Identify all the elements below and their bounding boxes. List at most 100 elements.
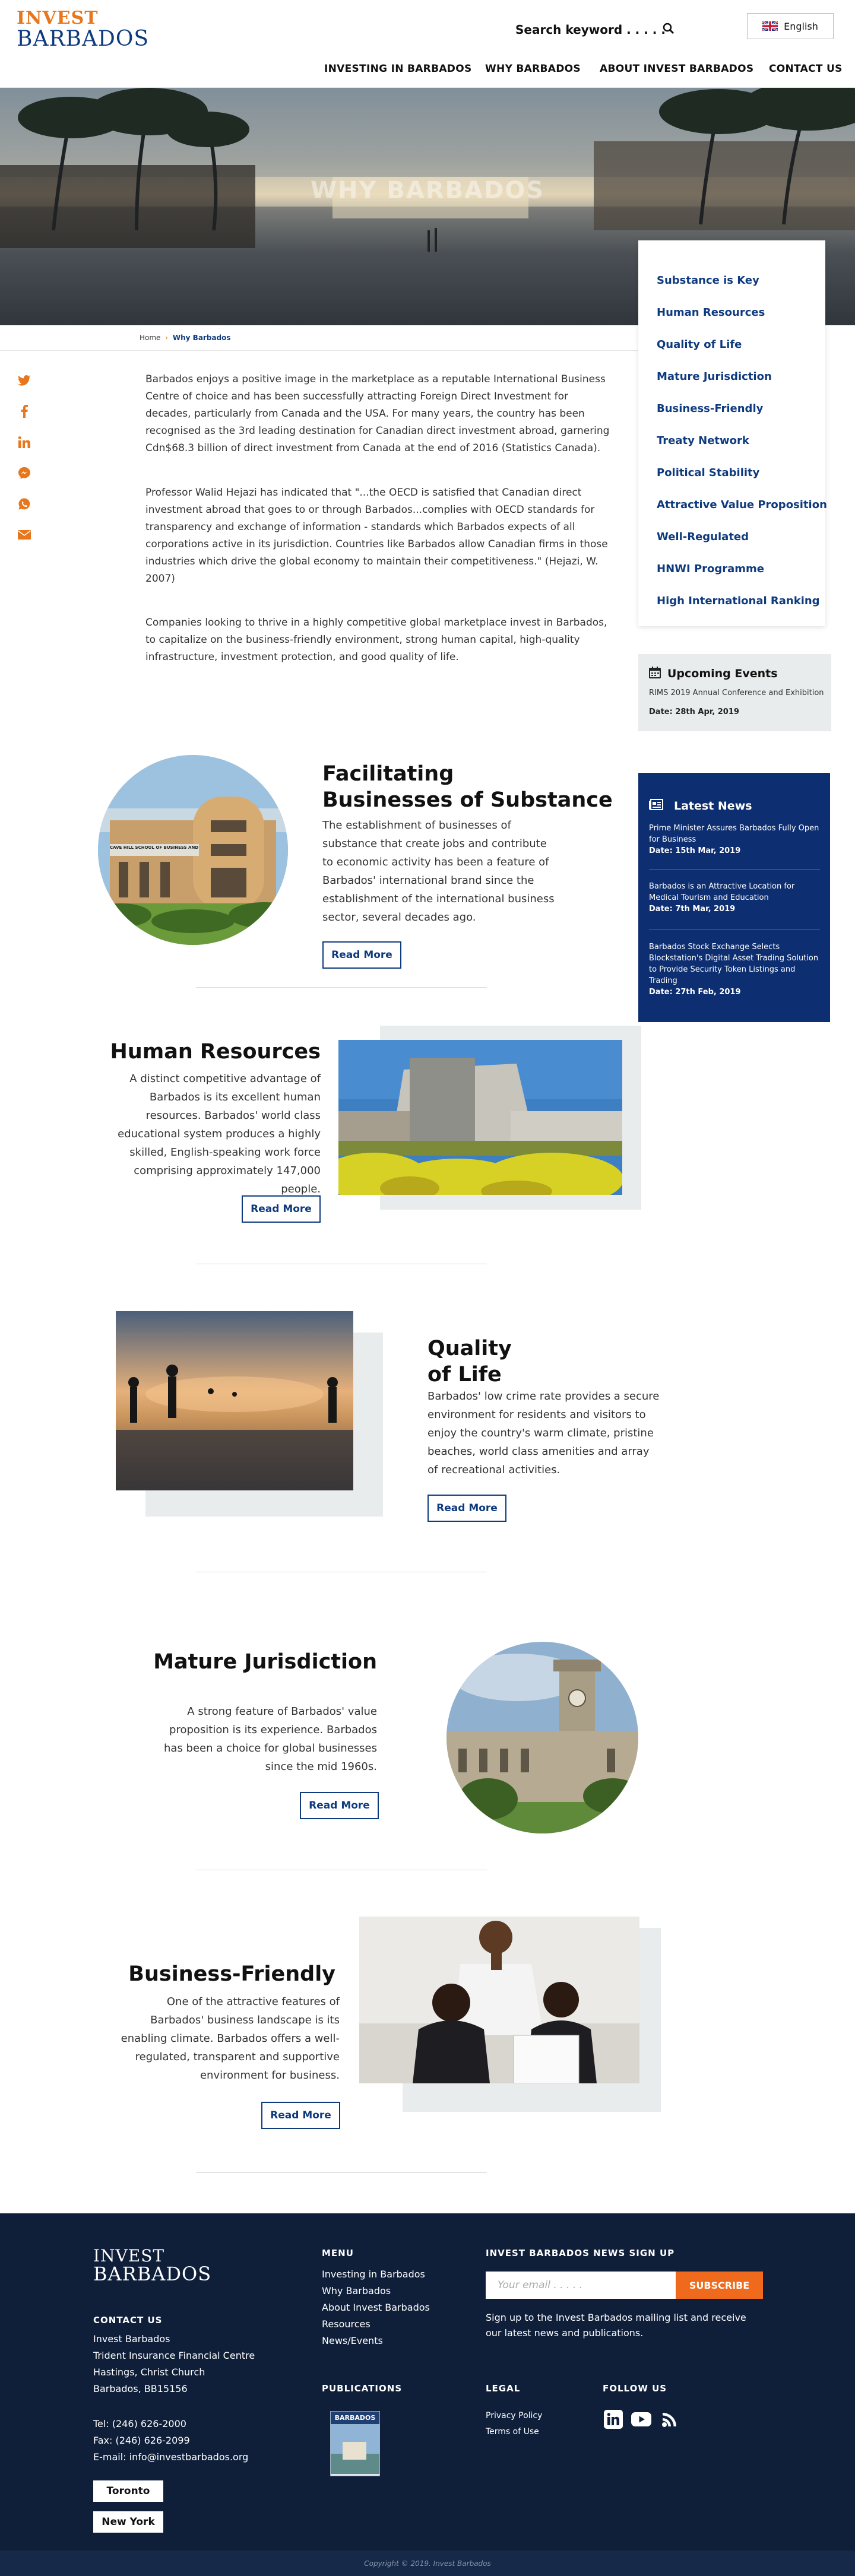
footer-menu: Investing in Barbados Why Barbados About… <box>322 2266 430 2349</box>
footer-phones: Tel: (246) 626-2000 Fax: (246) 626-2099 … <box>93 2416 248 2466</box>
youtube-icon[interactable] <box>631 2411 651 2428</box>
human-resources-read-more-button[interactable]: Read More <box>242 1195 321 1223</box>
footer-menu-item[interactable]: Resources <box>322 2316 430 2333</box>
breadcrumb-home[interactable]: Home <box>140 334 160 342</box>
search-icon[interactable] <box>663 23 674 34</box>
breadcrumb-current: Why Barbados <box>172 334 231 342</box>
site-logo[interactable]: INVEST BARBADOS <box>17 9 149 50</box>
footer-menu-item[interactable]: About Invest Barbados <box>322 2299 430 2316</box>
sidenav-treaty-network[interactable]: Treaty Network <box>657 434 749 447</box>
publication-cover-title: BARBADOS <box>331 2412 379 2424</box>
news-item-date: Date: 27th Feb, 2019 <box>649 988 741 997</box>
terms-of-use-link[interactable]: Terms of Use <box>486 2424 542 2440</box>
logo-top-text: INVEST <box>17 8 99 28</box>
human-resources-text: A distinct competitive advantage of Barb… <box>118 1073 321 1195</box>
sidenav-human-resources[interactable]: Human Resources <box>657 306 765 319</box>
subscribe-button[interactable]: SUBSCRIBE <box>676 2272 763 2299</box>
rss-icon[interactable] <box>661 2411 678 2428</box>
address-line: Barbados, BB15156 <box>93 2383 188 2394</box>
sidenav-ranking[interactable]: High International Ranking <box>657 595 820 607</box>
footer-fax: Fax: (246) 626-2099 <box>93 2435 190 2446</box>
quality-of-life-title-line-2: of Life <box>428 1363 502 1387</box>
substance-image-sign: CAVE HILL SCHOOL OF BUSINESS AND MANAGEM… <box>110 845 199 850</box>
event-title[interactable]: RIMS 2019 Annual Conference and Exhibiti… <box>649 689 824 697</box>
mature-jurisdiction-title: Mature Jurisdiction <box>153 1650 377 1674</box>
language-selector[interactable]: English <box>747 13 834 39</box>
news-item-title: Barbados Stock Exchange Selects Blocksta… <box>649 943 819 985</box>
nav-about[interactable]: ABOUT INVEST BARBADOS <box>600 63 753 75</box>
copyright-text: Copyright © 2019. Invest Barbados <box>364 2559 491 2568</box>
footer-publications-heading: PUBLICATIONS <box>322 2383 403 2394</box>
business-friendly-read-more-button[interactable]: Read More <box>261 2102 340 2129</box>
mature-jurisdiction-read-more-button[interactable]: Read More <box>300 1792 379 1819</box>
toronto-office-button[interactable]: Toronto <box>93 2480 163 2502</box>
search-input[interactable]: Search keyword . . . . . <box>515 23 666 37</box>
linkedin-icon[interactable] <box>18 436 31 449</box>
hero-title: WHY BARBADOS <box>310 177 545 204</box>
nav-contact[interactable]: CONTACT US <box>769 63 843 75</box>
mature-jurisdiction-image <box>446 1642 638 1833</box>
quality-of-life-image <box>116 1311 353 1490</box>
quality-of-life-read-more-button[interactable]: Read More <box>428 1495 506 1522</box>
substance-title: Facilitating Businesses of Substance <box>322 761 613 813</box>
sidenav-political-stability[interactable]: Political Stability <box>657 467 759 479</box>
footer-legal-heading: LEGAL <box>486 2383 521 2394</box>
logo-bottom-text: BARBADOS <box>17 27 150 51</box>
footer-email[interactable]: E-mail: info@investbarbados.org <box>93 2449 248 2466</box>
substance-title-line-2: Businesses of Substance <box>322 788 613 812</box>
intro-paragraph-1: Barbados enjoys a positive image in the … <box>145 373 610 454</box>
footer-newsletter-heading: INVEST BARBADOS NEWS SIGN UP <box>486 2248 675 2258</box>
substance-text: The establishment of businesses of subst… <box>322 819 555 924</box>
calendar-icon <box>649 667 661 678</box>
messenger-icon[interactable] <box>18 467 31 480</box>
whatsapp-icon[interactable] <box>18 497 31 510</box>
news-item[interactable]: Barbados is an Attractive Location for M… <box>649 881 821 915</box>
nav-why-barbados[interactable]: WHY BARBADOS <box>485 63 581 75</box>
news-item-title: Prime Minister Assures Barbados Fully Op… <box>649 824 819 844</box>
publication-cover[interactable]: BARBADOS <box>330 2411 380 2476</box>
news-item[interactable]: Prime Minister Assures Barbados Fully Op… <box>649 823 821 856</box>
sidenav-substance[interactable]: Substance is Key <box>657 274 759 287</box>
breadcrumb-separator: › <box>165 334 169 342</box>
quality-of-life-title-line-1: Quality <box>428 1337 512 1360</box>
sidenav-well-regulated[interactable]: Well-Regulated <box>657 531 749 543</box>
newsletter-email-input[interactable]: Your email . . . . . <box>486 2272 676 2299</box>
sidenav-mature-jurisdiction[interactable]: Mature Jurisdiction <box>657 370 772 383</box>
substance-image: CAVE HILL SCHOOL OF BUSINESS AND MANAGEM… <box>98 755 288 945</box>
news-divider <box>649 869 820 870</box>
new-york-office-button[interactable]: New York <box>93 2511 163 2533</box>
sidenav-hnwi[interactable]: HNWI Programme <box>657 563 764 575</box>
footer-logo[interactable]: INVEST BARBADOS <box>93 2246 211 2284</box>
sidenav-business-friendly[interactable]: Business-Friendly <box>657 402 763 415</box>
copyright-bar: Copyright © 2019. Invest Barbados <box>0 2550 855 2576</box>
footer-menu-item[interactable]: News/Events <box>322 2333 430 2349</box>
facebook-icon[interactable] <box>18 405 31 418</box>
event-date: Date: 28th Apr, 2019 <box>649 708 739 716</box>
footer-menu-heading: MENU <box>322 2248 354 2258</box>
address-line: Trident Insurance Financial Centre <box>93 2350 255 2361</box>
footer-logo-top: INVEST <box>93 2246 165 2266</box>
intro-paragraph-2: Professor Walid Hejazi has indicated tha… <box>145 487 608 585</box>
twitter-icon[interactable] <box>18 374 31 387</box>
footer-legal: Privacy Policy Terms of Use <box>486 2408 542 2440</box>
news-item[interactable]: Barbados Stock Exchange Selects Blocksta… <box>649 941 821 998</box>
header: INVEST BARBADOS Search keyword . . . . .… <box>0 0 855 88</box>
privacy-policy-link[interactable]: Privacy Policy <box>486 2408 542 2424</box>
address-line: Hastings, Christ Church <box>93 2366 205 2378</box>
news-icon <box>649 799 663 811</box>
nav-investing[interactable]: INVESTING IN BARBADOS <box>324 63 471 75</box>
footer-phone[interactable]: Tel: (246) 626-2000 <box>93 2416 248 2432</box>
news-item-date: Date: 7th Mar, 2019 <box>649 905 736 913</box>
business-friendly-title: Business-Friendly <box>128 1962 335 1986</box>
newsletter-description: Sign up to the Invest Barbados mailing l… <box>486 2312 746 2339</box>
sidenav-value-proposition[interactable]: Attractive Value Proposition <box>657 499 827 511</box>
email-icon[interactable] <box>18 528 31 541</box>
footer-menu-item[interactable]: Investing in Barbados <box>322 2266 430 2283</box>
footer-menu-item[interactable]: Why Barbados <box>322 2283 430 2299</box>
footer-follow-heading: FOLLOW US <box>603 2383 667 2394</box>
footer-contact-heading: CONTACT US <box>93 2315 163 2326</box>
substance-read-more-button[interactable]: Read More <box>322 941 401 969</box>
breadcrumb-divider <box>0 350 638 351</box>
linkedin-icon[interactable] <box>604 2410 623 2429</box>
sidenav-quality-of-life[interactable]: Quality of Life <box>657 338 742 351</box>
